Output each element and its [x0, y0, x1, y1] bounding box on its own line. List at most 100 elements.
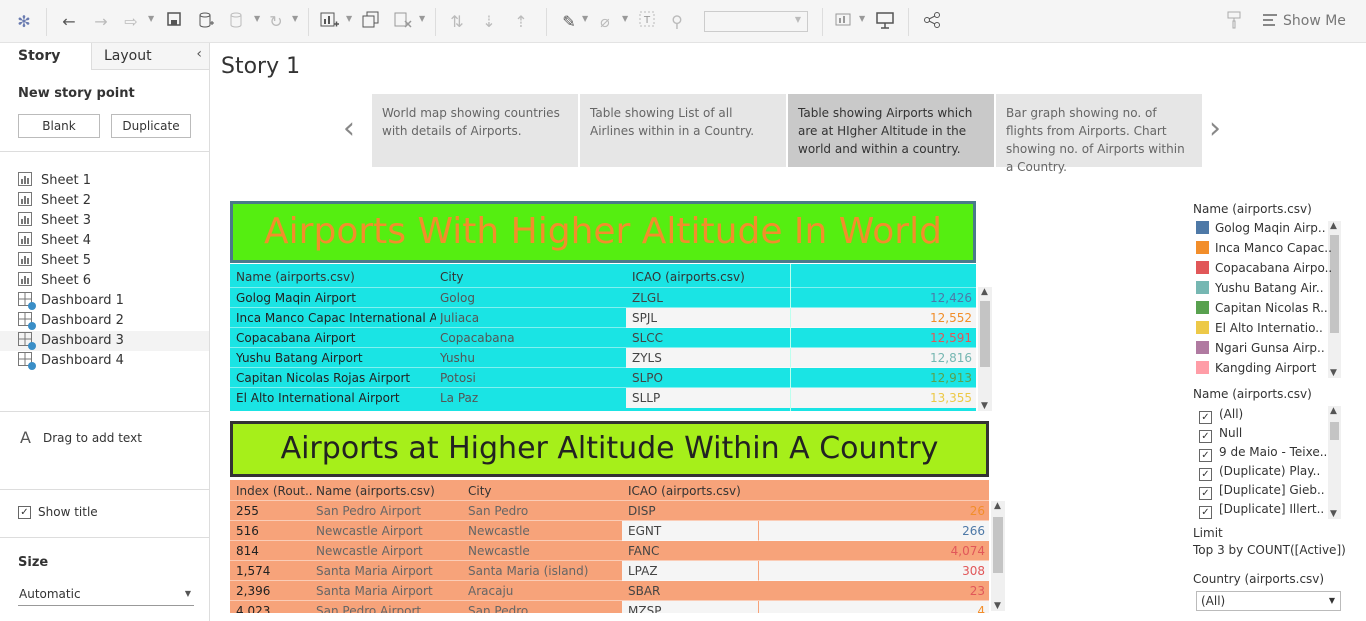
table-row[interactable]: Yushu Batang Airport Yushu ZYLS 12,816 — [230, 347, 976, 368]
column-header[interactable]: Name (airports.csv) — [236, 267, 436, 287]
refresh-dropdown-icon[interactable]: ▼ — [292, 14, 298, 23]
table-row[interactable]: 2,396 Santa Maria Airport Aracaju SBAR 23 — [230, 580, 989, 600]
highlight-dropdown-icon[interactable]: ▼ — [582, 14, 588, 23]
filter-checkbox[interactable]: ✓ — [1199, 411, 1212, 424]
swap-rows-columns-icon[interactable]: ⇅ — [446, 11, 468, 33]
sheet-list-item[interactable]: Dashboard 3 — [0, 331, 209, 351]
story-point-2[interactable]: Table showing List of all Airlines withi… — [580, 94, 786, 167]
column-header[interactable]: Name (airports.csv) — [316, 481, 466, 501]
replay-dropdown-icon[interactable]: ▼ — [148, 14, 154, 23]
filter-item[interactable]: ✓ Null — [1199, 424, 1242, 443]
story-point-1[interactable]: World map showing countries with details… — [372, 94, 578, 167]
share-icon[interactable] — [921, 11, 943, 33]
labels-icon[interactable]: T — [636, 11, 658, 33]
legend-item[interactable]: Inca Manco Capac.. — [1196, 238, 1332, 258]
column-header[interactable]: Index (Rout.. — [236, 481, 312, 501]
clear-dropdown-icon[interactable]: ▼ — [419, 14, 425, 23]
duplicate-button[interactable]: Duplicate — [111, 114, 191, 138]
column-header[interactable]: ICAO (airports.csv) — [632, 267, 790, 287]
table-row[interactable]: Inca Manco Capac International Ai.. Julia… — [230, 307, 976, 328]
table-row[interactable]: Copacabana Airport Copacabana SLCC 12,591 — [230, 327, 976, 347]
table-row[interactable]: 255 San Pedro Airport San Pedro DISP 26 — [230, 500, 989, 520]
table-row[interactable]: Golog Maqin Airport Golog ZLGL 12,426 — [230, 287, 976, 307]
new-datasource-icon[interactable] — [195, 11, 217, 33]
pause-updates-icon[interactable] — [226, 11, 248, 33]
filter-checkbox[interactable]: ✓ — [1199, 506, 1212, 519]
legend-item[interactable]: Capitan Nicolas R.. — [1196, 298, 1328, 318]
highlight-icon[interactable]: ✎ — [558, 11, 580, 33]
duplicate-sheet-icon[interactable] — [360, 11, 382, 33]
filter-item[interactable]: ✓ (All) — [1199, 405, 1243, 424]
previous-story-point-icon[interactable]: ‹ — [343, 112, 355, 146]
scroll-thumb[interactable] — [1330, 422, 1339, 440]
datasource-dropdown-icon[interactable]: ▼ — [254, 14, 260, 23]
tableau-logo-icon[interactable]: ✻ — [14, 11, 34, 33]
scroll-thumb[interactable] — [980, 301, 990, 367]
filter-checkbox[interactable]: ✓ — [1199, 468, 1212, 481]
scroll-up-icon[interactable]: ▲ — [994, 501, 1001, 511]
sheet-list-item[interactable]: Dashboard 2 — [18, 311, 124, 331]
legend-item[interactable]: El Alto Internatio.. — [1196, 318, 1323, 338]
sheet-list-item[interactable]: Sheet 2 — [18, 191, 91, 211]
scroll-thumb[interactable] — [993, 517, 1003, 573]
table-row[interactable]: 4,023 San Pedro Airport San Pedro MZSP 4 — [230, 600, 989, 613]
scroll-down-icon[interactable]: ▼ — [1330, 368, 1337, 378]
refresh-icon[interactable]: ↻ — [265, 11, 287, 33]
filter-item[interactable]: ✓ [Duplicate] Illert.. — [1199, 500, 1324, 519]
sheet-list-item[interactable]: Sheet 3 — [18, 211, 91, 231]
group-paperclip-icon[interactable]: ⌀ — [594, 11, 616, 33]
size-dropdown[interactable]: Automatic ▼ — [18, 584, 194, 606]
story-point-4[interactable]: Bar graph showing no. of flights from Ai… — [996, 94, 1202, 174]
filter-checkbox[interactable]: ✓ — [1199, 487, 1212, 500]
scroll-down-icon[interactable]: ▼ — [1330, 509, 1337, 519]
column-header[interactable]: City — [440, 267, 630, 287]
sort-descending-icon[interactable]: ⇡ — [510, 11, 532, 33]
show-mark-dropdown-icon[interactable]: ▼ — [859, 14, 865, 23]
presentation-mode-icon[interactable] — [874, 11, 896, 33]
scroll-up-icon[interactable]: ▲ — [1330, 221, 1337, 231]
sheet-list-item[interactable]: Sheet 5 — [18, 251, 91, 271]
table-row[interactable]: El Alto International Airport La Paz SLLP 1… — [230, 387, 976, 408]
legend-item[interactable]: Yushu Batang Air.. — [1196, 278, 1324, 298]
legend-item[interactable]: Kangding Airport — [1196, 358, 1316, 378]
sheet-list-item[interactable]: Dashboard 1 — [18, 291, 124, 311]
sort-ascending-icon[interactable]: ⇣ — [478, 11, 500, 33]
country-filter-dropdown[interactable]: (All) ▼ — [1196, 591, 1341, 611]
story-title[interactable]: Story 1 — [221, 54, 300, 79]
table-row[interactable]: Capitan Nicolas Rojas Airport Potosi SLPO 1… — [230, 367, 976, 387]
world-table-scrollbar[interactable]: ▲ ▼ — [978, 287, 992, 411]
undo-icon[interactable]: ← — [58, 11, 80, 33]
show-title-checkbox[interactable]: ✓ — [18, 506, 31, 519]
table-row[interactable]: 814 Newcastle Airport Newcastle FANC 4,074 — [230, 540, 989, 560]
blank-button[interactable]: Blank — [18, 114, 100, 138]
save-icon[interactable] — [163, 11, 185, 33]
filter-checkbox[interactable]: ✓ — [1199, 430, 1212, 443]
show-me-button[interactable]: Show Me — [1283, 13, 1346, 29]
filter-scrollbar[interactable]: ▲ ▼ — [1328, 406, 1341, 519]
drag-to-add-text[interactable]: Drag to add text — [43, 431, 142, 445]
scroll-down-icon[interactable]: ▼ — [981, 401, 988, 411]
new-sheet-dropdown-icon[interactable]: ▼ — [346, 14, 352, 23]
filter-item[interactable]: ✓ 9 de Maio - Teixe.. — [1199, 443, 1327, 462]
scroll-up-icon[interactable]: ▲ — [1330, 406, 1337, 416]
sheet-list-item[interactable]: Dashboard 4 — [18, 351, 124, 371]
filter-checkbox[interactable]: ✓ — [1199, 449, 1212, 462]
legend-item[interactable]: Golog Maqin Airp.. — [1196, 218, 1326, 238]
sheet-list-item[interactable]: Sheet 1 — [18, 171, 91, 191]
show-me-icon[interactable] — [1262, 11, 1278, 33]
sheet-list-item[interactable]: Sheet 4 — [18, 231, 91, 251]
filter-item[interactable]: ✓ [Duplicate] Gieb.. — [1199, 481, 1325, 500]
clear-sheet-icon[interactable] — [392, 11, 414, 33]
format-brush-icon[interactable] — [1223, 11, 1245, 33]
scroll-down-icon[interactable]: ▼ — [994, 601, 1001, 611]
legend-item[interactable]: Ngari Gunsa Airp.. — [1196, 338, 1325, 358]
pin-axes-icon[interactable]: ⚲ — [666, 11, 688, 33]
tab-layout[interactable]: Layout ‹ — [92, 43, 209, 70]
collapse-panel-icon[interactable]: ‹ — [196, 46, 202, 62]
filter-item[interactable]: ✓ (Duplicate) Play.. — [1199, 462, 1320, 481]
tab-story[interactable]: Story — [0, 43, 92, 70]
replay-icon[interactable]: ⇨ — [120, 11, 142, 33]
country-table-scrollbar[interactable]: ▲ ▼ — [991, 501, 1005, 611]
sheet-list-item[interactable]: Sheet 6 — [18, 271, 91, 291]
table-row[interactable]: 1,574 Santa Maria Airport Santa Maria (isl… — [230, 560, 989, 581]
